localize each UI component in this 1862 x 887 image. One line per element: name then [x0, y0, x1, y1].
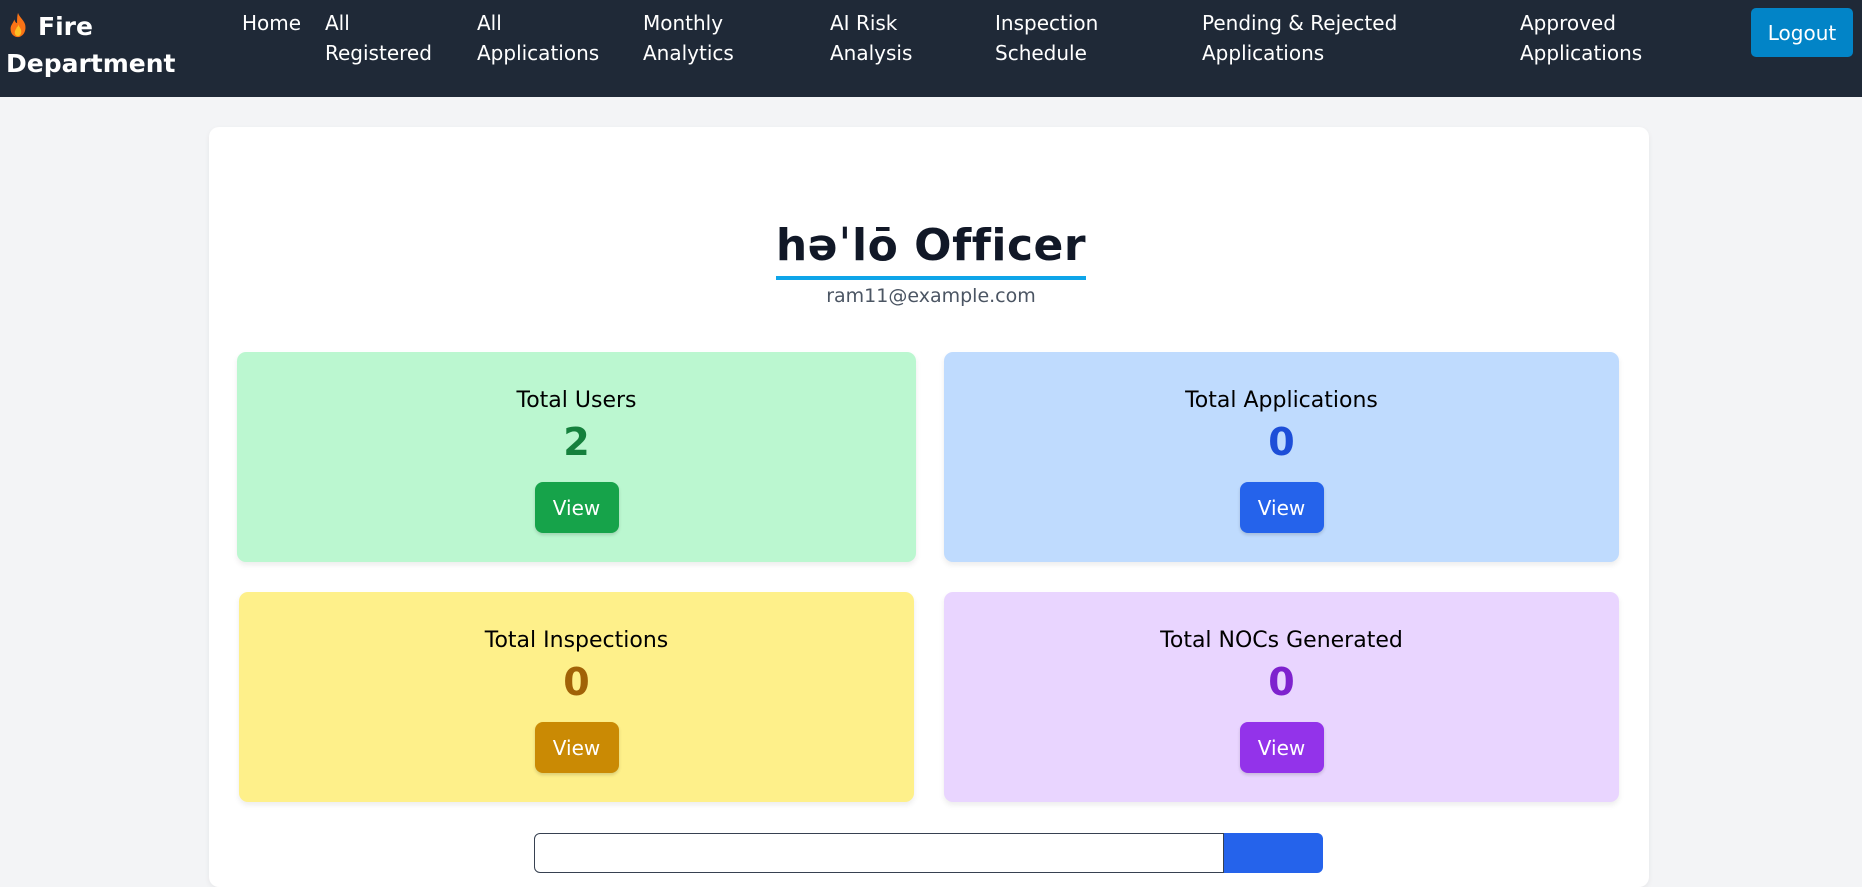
nav-label-line: Inspection	[995, 11, 1099, 35]
nav-label-line: Applications	[1520, 41, 1643, 65]
nav-all-registered[interactable]: All Registered	[325, 8, 432, 68]
view-nocs-button[interactable]: View	[1239, 722, 1324, 773]
stat-label: Total Inspections	[484, 628, 669, 653]
nav-label-line: Analysis	[830, 41, 913, 65]
nav-label-line: Pending & Rejected	[1202, 11, 1398, 35]
nav-inspection-schedule[interactable]: Inspection Schedule	[995, 8, 1098, 68]
stat-card-nocs: Total NOCs Generated 0 View	[944, 592, 1619, 802]
nav-label-line: Registered	[325, 41, 432, 65]
nav-home[interactable]: Home	[242, 8, 301, 38]
flame-icon	[10, 12, 26, 38]
nav-label-line: Schedule	[995, 41, 1087, 65]
greeting-heading: həˈlō Officer	[775, 216, 1087, 280]
stat-value: 2	[563, 420, 590, 464]
view-applications-button[interactable]: View	[1239, 482, 1324, 533]
stat-card-inspections: Total Inspections 0 View	[239, 592, 914, 802]
stat-label: Total Applications	[1185, 388, 1378, 413]
stat-value: 0	[1268, 660, 1295, 704]
nav-label-line: All	[325, 11, 350, 35]
brand-line-1: Fire	[38, 12, 93, 41]
nav-label-line: Analytics	[643, 41, 734, 65]
nav-label-line: AI Risk	[830, 11, 898, 35]
nav-all-applications[interactable]: All Applications	[477, 8, 599, 68]
nav-monthly-analytics[interactable]: Monthly Analytics	[643, 8, 734, 68]
nav-label-line: Approved	[1520, 11, 1616, 35]
nav-label-line: Monthly	[643, 11, 724, 35]
nav-home-label: Home	[242, 11, 302, 35]
view-inspections-button[interactable]: View	[534, 722, 619, 773]
brand-logo[interactable]: Fire Department	[6, 8, 176, 82]
nav-pending-rejected[interactable]: Pending & Rejected Applications	[1202, 8, 1397, 68]
stat-label: Total NOCs Generated	[1160, 628, 1403, 653]
search-input[interactable]	[534, 833, 1224, 873]
nav-label-line: All	[477, 11, 502, 35]
stat-label: Total Users	[516, 388, 637, 413]
stat-value: 0	[1268, 420, 1295, 464]
greeting-heading-wrap: həˈlō Officer	[0, 216, 1862, 280]
nav-ai-risk-analysis[interactable]: AI Risk Analysis	[830, 8, 912, 68]
nav-label-line: Applications	[1202, 41, 1325, 65]
stat-value: 0	[563, 660, 590, 704]
top-navbar: Fire Department Home All Registered All …	[0, 0, 1862, 97]
logout-button[interactable]: Logout	[1751, 8, 1853, 57]
brand-line-2: Department	[6, 49, 176, 78]
stat-card-applications: Total Applications 0 View	[944, 352, 1619, 562]
nav-label-line: Applications	[477, 41, 600, 65]
nav-approved-applications[interactable]: Approved Applications	[1520, 8, 1642, 68]
search-button[interactable]	[1224, 833, 1323, 873]
stat-card-users: Total Users 2 View	[237, 352, 916, 562]
user-email: ram11@example.com	[826, 285, 1036, 307]
view-users-button[interactable]: View	[534, 482, 619, 533]
